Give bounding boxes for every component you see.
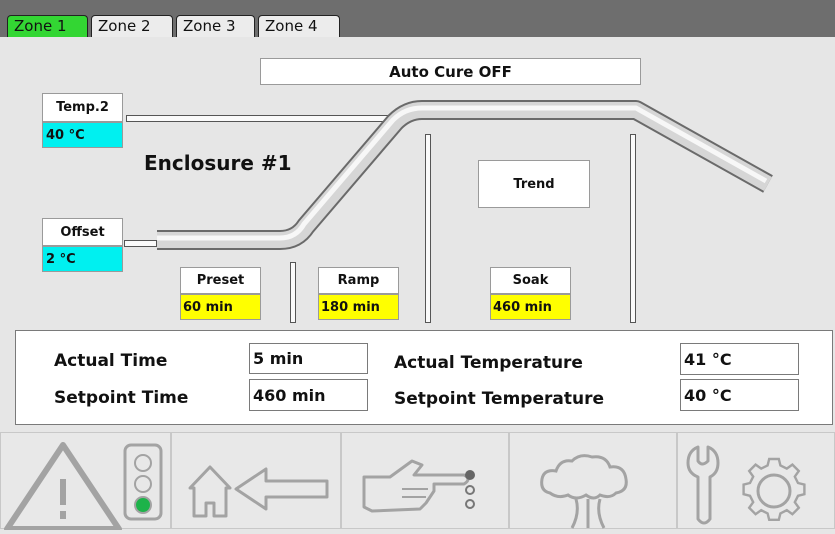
pointing-hand-icon — [362, 459, 475, 513]
setpoint-time-label: Setpoint Time — [54, 388, 189, 408]
preset-label: Preset — [180, 267, 261, 294]
settings-button[interactable] — [677, 432, 835, 529]
soak-value[interactable]: 460 min — [490, 294, 571, 320]
trend-button[interactable]: Trend — [478, 160, 590, 208]
preset-ramp-divider — [290, 262, 296, 323]
actual-time-value: 5 min — [249, 343, 368, 374]
warning-traffic-light-icon — [4, 442, 163, 532]
home-back-button[interactable] — [171, 432, 341, 529]
ramp-value[interactable]: 180 min — [318, 294, 399, 320]
preset-value[interactable]: 60 min — [180, 294, 261, 320]
steam-cloud-icon — [540, 454, 628, 529]
actual-temperature-value: 41 °C — [680, 343, 799, 375]
wrench-gear-icon — [686, 445, 806, 525]
ramp-soak-divider — [425, 134, 431, 323]
actual-time-label: Actual Time — [54, 351, 168, 371]
setpoint-temperature-value: 40 °C — [680, 379, 799, 411]
ramp-label: Ramp — [318, 267, 399, 294]
soak-label: Soak — [490, 267, 571, 294]
setpoint-time-value: 460 min — [249, 379, 368, 411]
setpoint-temperature-label: Setpoint Temperature — [394, 389, 605, 409]
home-back-icon — [188, 465, 329, 518]
steam-control-button[interactable] — [509, 432, 677, 529]
alarm-status-button[interactable] — [0, 432, 171, 532]
cure-info-panel: Actual Time 5 min Setpoint Time 460 min … — [15, 330, 833, 425]
manual-control-button[interactable] — [341, 432, 509, 529]
actual-temperature-label: Actual Temperature — [394, 353, 583, 373]
soak-end-divider — [630, 134, 636, 323]
